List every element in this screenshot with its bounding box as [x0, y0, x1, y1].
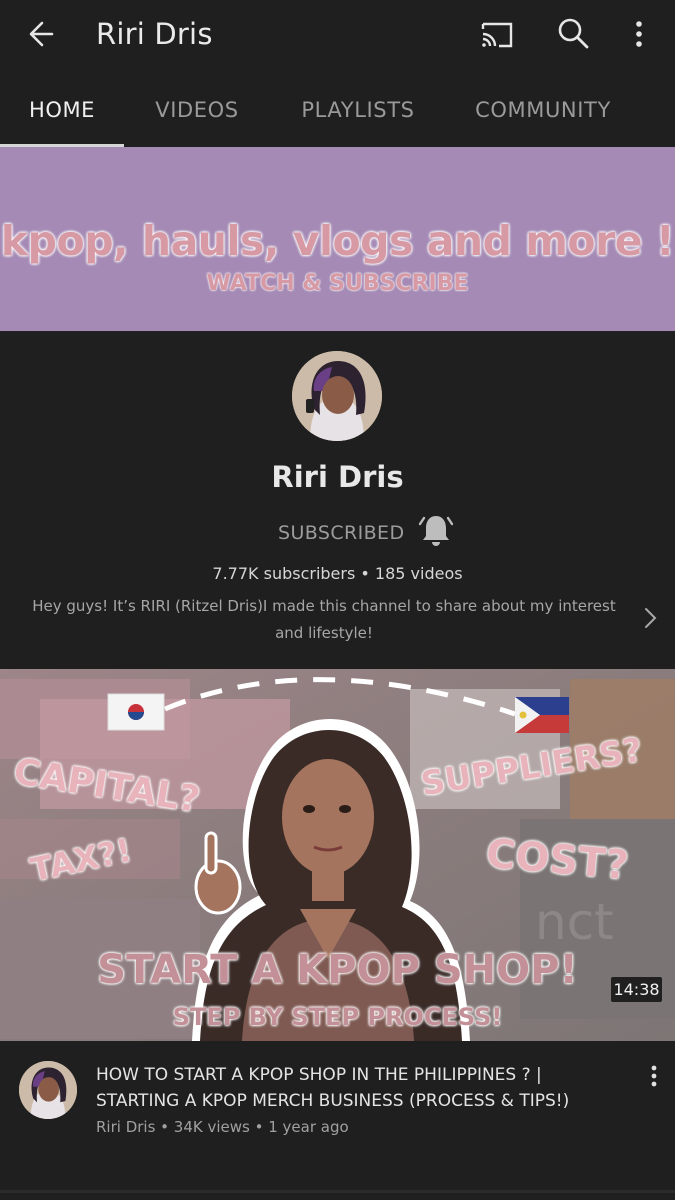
video-title[interactable]: HOW TO START A KPOP SHOP IN THE PHILIPPI… [96, 1062, 626, 1114]
search-icon[interactable] [552, 12, 596, 56]
tab-community[interactable]: COMMUNITY [462, 74, 624, 144]
notification-bell-icon[interactable] [418, 512, 454, 550]
channel-banner: kpop, hauls, vlogs and more ! WATCH & SU… [0, 147, 675, 331]
cast-icon[interactable] [475, 14, 519, 54]
more-vert-icon[interactable] [622, 14, 656, 54]
channel-title: Riri Dris [96, 17, 213, 51]
chevron-right-icon[interactable] [638, 604, 662, 632]
thumb-text-main: START A KPOP SHOP! [97, 947, 578, 993]
video-thumbnail[interactable]: nct CAPITAL? SUPPLIERS? TAX?! COST? STAR… [0, 669, 675, 1041]
channel-avatar[interactable] [292, 351, 382, 441]
subscribed-button[interactable]: SUBSCRIBED [278, 518, 404, 548]
video-channel-avatar[interactable] [19, 1061, 77, 1119]
tab-videos[interactable]: VIDEOS [140, 74, 254, 144]
tab-playlists[interactable]: PLAYLISTS [288, 74, 428, 144]
divider [0, 1190, 675, 1193]
channel-description[interactable]: Hey guys! It’s RIRI (Ritzel Dris)I made … [24, 593, 624, 647]
thumb-text-sub: STEP BY STEP PROCESS! [172, 1003, 503, 1031]
banner-headline: kpop, hauls, vlogs and more ! [0, 217, 675, 265]
video-duration-badge: 14:38 [611, 977, 662, 1002]
banner-subline: WATCH & SUBSCRIBE [206, 271, 469, 296]
back-arrow-icon[interactable] [22, 14, 66, 54]
channel-name: Riri Dris [271, 460, 404, 494]
tab-home[interactable]: HOME [0, 74, 124, 144]
svg-text:nct: nct [535, 893, 614, 951]
channel-stats: 7.77K subscribers • 185 videos [212, 564, 463, 583]
video-more-vert-icon[interactable] [644, 1062, 664, 1090]
top-app-bar: Riri Dris [0, 0, 675, 70]
video-meta: Riri Dris • 34K views • 1 year ago [96, 1118, 349, 1136]
channel-tabs: HOME VIDEOS PLAYLISTS COMMUNITY [0, 74, 675, 147]
